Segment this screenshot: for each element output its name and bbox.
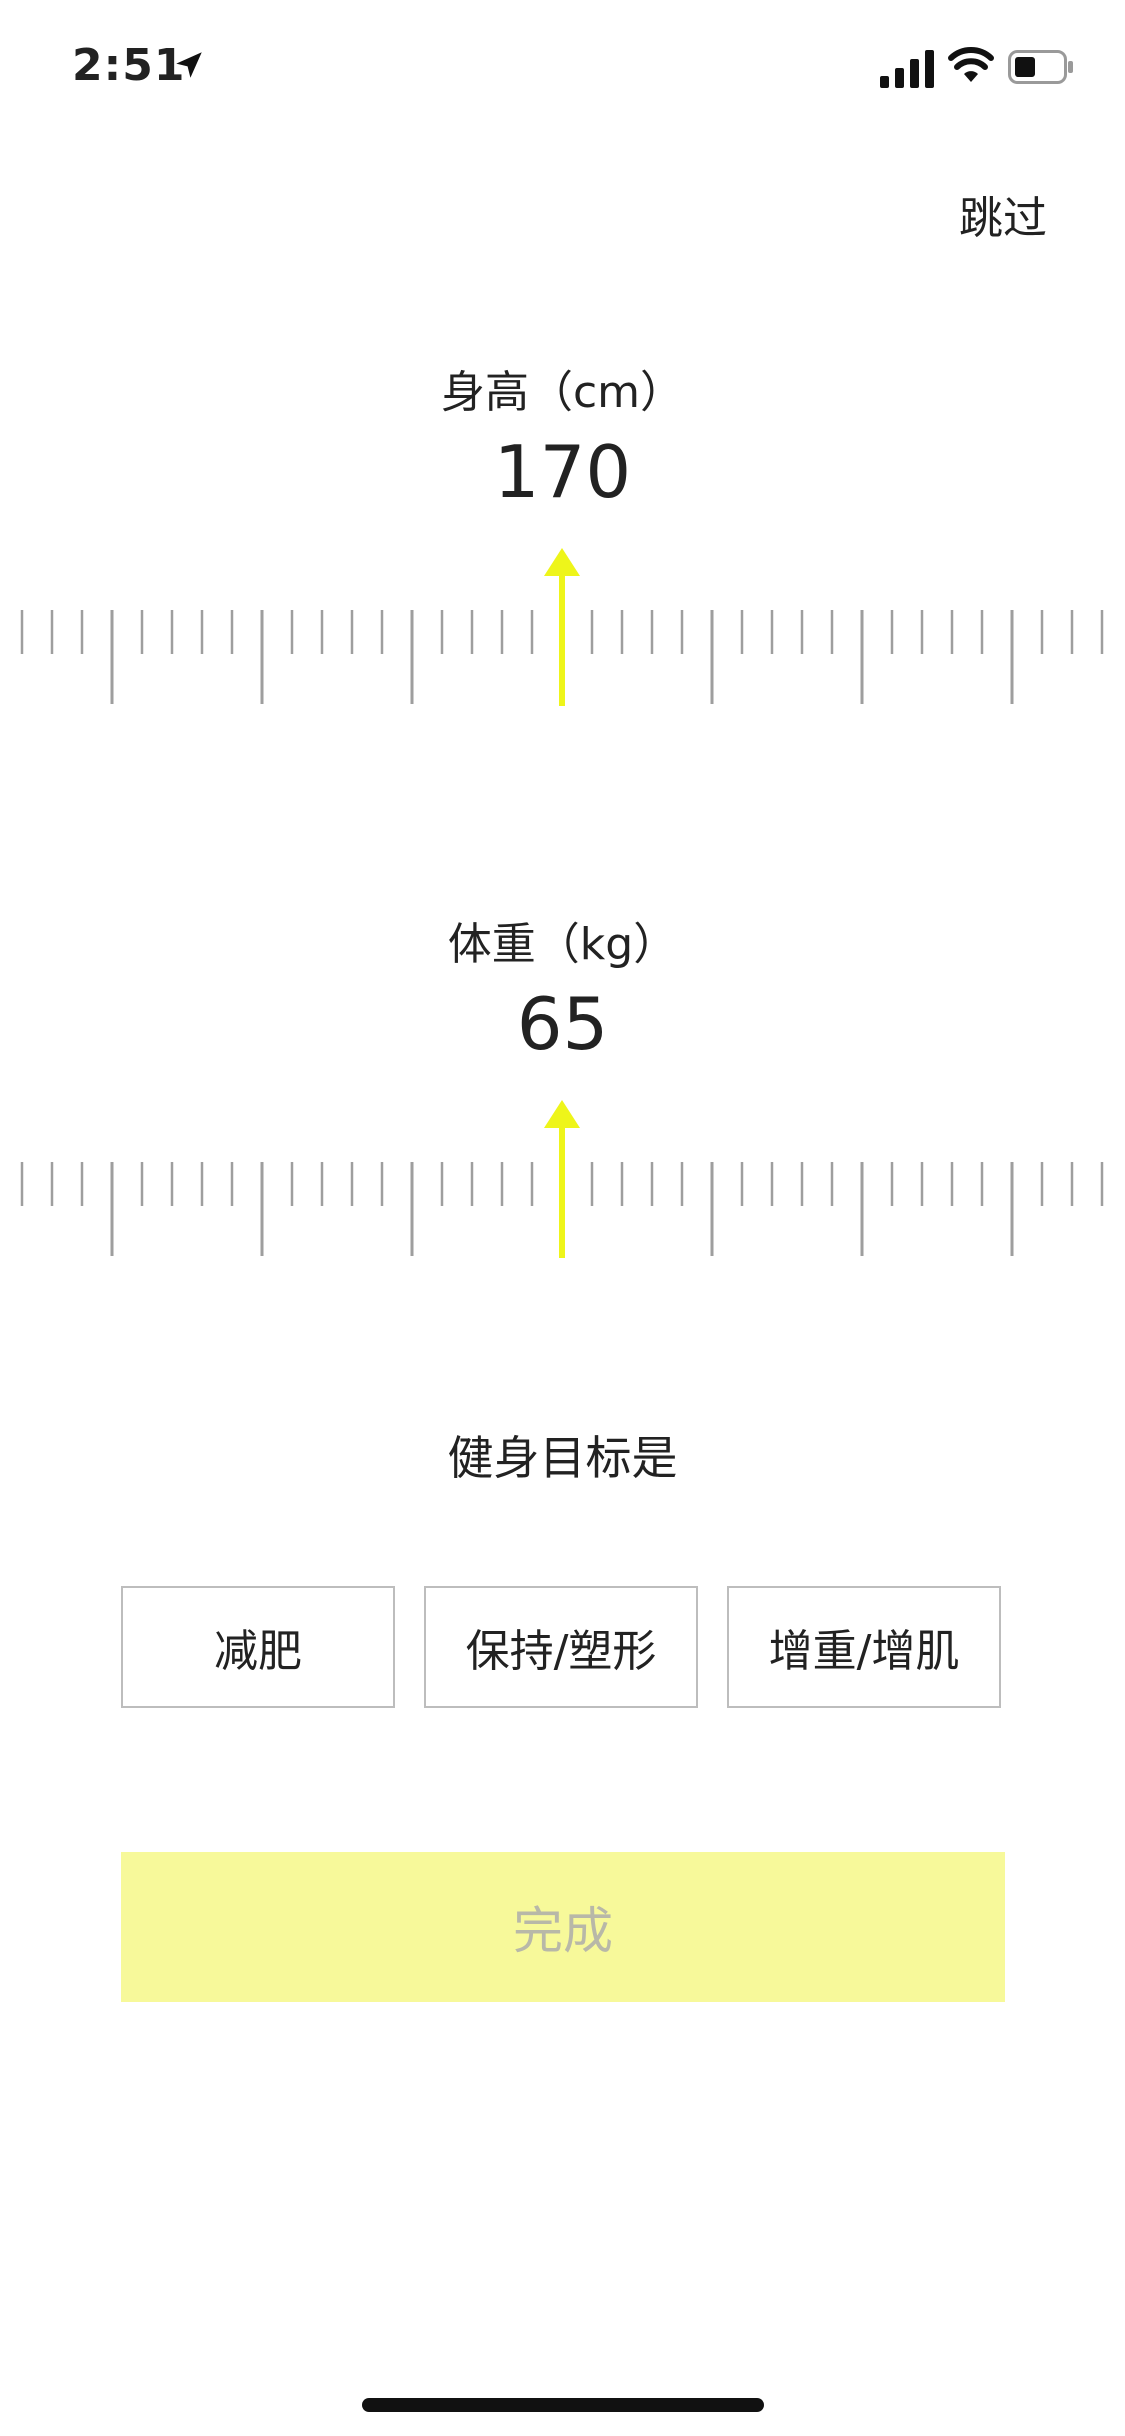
skip-button[interactable]: 跳过: [959, 182, 1047, 246]
height-value: 170: [493, 430, 632, 514]
ruler-indicator-arrow-icon: [544, 548, 580, 576]
wifi-icon: [948, 47, 994, 82]
height-label: 身高（cm）: [440, 367, 685, 418]
goal-option-lose-weight[interactable]: 减肥: [121, 1586, 395, 1708]
weight-value: 65: [516, 982, 609, 1066]
cellular-signal-icon: [880, 50, 934, 88]
height-ruler[interactable]: [0, 548, 1125, 738]
battery-icon: [1008, 50, 1073, 84]
goal-title: 健身目标是: [447, 1431, 678, 1485]
home-indicator: [362, 2398, 764, 2412]
weight-ruler[interactable]: [0, 1100, 1125, 1290]
done-button[interactable]: 完成: [121, 1852, 1005, 2002]
height-ruler-scale: [20, 548, 1104, 706]
ruler-indicator-arrow-icon: [544, 1100, 580, 1128]
goal-option-gain-muscle[interactable]: 增重/增肌: [727, 1586, 1001, 1708]
weight-label: 体重（kg）: [447, 919, 678, 970]
location-arrow-icon: [176, 52, 202, 78]
goal-option-maintain-shape[interactable]: 保持/塑形: [424, 1586, 698, 1708]
ruler-indicator-line: [559, 1124, 565, 1258]
status-time: 2:51: [72, 40, 186, 91]
ruler-indicator-line: [559, 572, 565, 706]
weight-ruler-scale: [20, 1100, 1104, 1258]
